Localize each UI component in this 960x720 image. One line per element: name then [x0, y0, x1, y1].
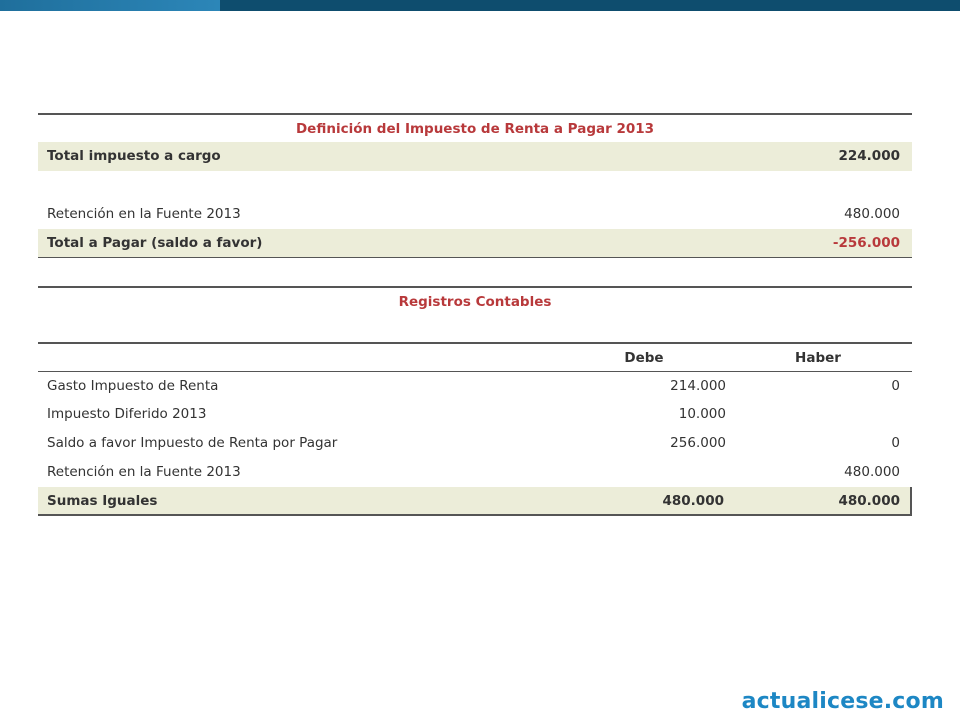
registros-total-row: Sumas Iguales 480.000 480.000	[38, 487, 912, 516]
definicion-row-total-impuesto: Total impuesto a cargo 224.000	[38, 142, 912, 171]
slide: Definición del Impuesto de Renta a Pagar…	[0, 0, 960, 720]
debe-value: 214.000	[670, 378, 726, 394]
row-value: 224.000	[838, 148, 901, 164]
registros-title-row: Registros Contables	[38, 286, 912, 315]
row-label: Retención en la Fuente 2013	[47, 206, 241, 222]
debe-total: 480.000	[662, 493, 725, 509]
registros-row: Impuesto Diferido 2013 10.000	[38, 400, 912, 429]
registros-blank-row	[38, 315, 912, 342]
registros-title: Registros Contables	[398, 294, 552, 310]
spacer-row	[38, 258, 912, 286]
row-label: Total impuesto a cargo	[47, 148, 221, 164]
column-header-debe: Debe	[624, 350, 664, 366]
debe-value: 10.000	[678, 406, 726, 422]
spreadsheet: Definición del Impuesto de Renta a Pagar…	[38, 113, 912, 516]
brand-logo-text: actualicese.com	[741, 689, 944, 714]
definicion-row-total-pagar: Total a Pagar (saldo a favor) -256.000	[38, 229, 912, 258]
row-label: Total a Pagar (saldo a favor)	[47, 235, 263, 251]
row-label: Impuesto Diferido 2013	[47, 406, 207, 422]
row-label: Sumas Iguales	[47, 493, 158, 509]
registros-row: Gasto Impuesto de Renta 214.000 0	[38, 371, 912, 400]
definicion-row-retencion: Retención en la Fuente 2013 480.000	[38, 200, 912, 229]
column-header-haber: Haber	[795, 350, 841, 366]
haber-value: 480.000	[844, 464, 900, 480]
registros-row: Saldo a favor Impuesto de Renta por Paga…	[38, 429, 912, 458]
registros-column-header: Debe Haber	[38, 342, 912, 371]
haber-value: 0	[891, 378, 900, 394]
row-label: Saldo a favor Impuesto de Renta por Paga…	[47, 435, 338, 451]
row-label: Gasto Impuesto de Renta	[47, 378, 219, 394]
top-banner	[0, 0, 960, 11]
row-value-negative: -256.000	[832, 235, 900, 251]
definicion-row-blank	[38, 171, 912, 200]
haber-total: 480.000	[838, 493, 901, 509]
row-label: Retención en la Fuente 2013	[47, 464, 241, 480]
definicion-title-row: Definición del Impuesto de Renta a Pagar…	[38, 113, 912, 142]
top-banner-light-segment	[0, 0, 220, 11]
registros-row: Retención en la Fuente 2013 480.000	[38, 458, 912, 487]
top-banner-dark-segment	[220, 0, 960, 11]
row-value: 480.000	[844, 206, 900, 222]
haber-value: 0	[891, 435, 900, 451]
definicion-title: Definición del Impuesto de Renta a Pagar…	[295, 121, 655, 137]
debe-value: 256.000	[670, 435, 726, 451]
